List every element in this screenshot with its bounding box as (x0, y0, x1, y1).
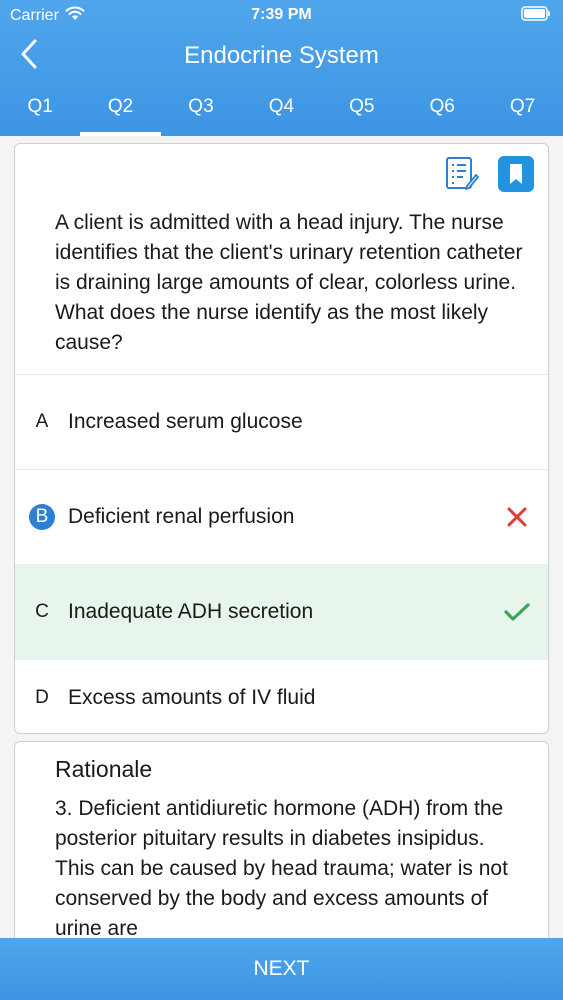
option-a[interactable]: A Increased serum glucose (15, 374, 548, 469)
tab-q6[interactable]: Q6 (402, 92, 482, 136)
option-letter: D (35, 686, 49, 708)
notes-icon (445, 156, 479, 197)
nav-bar: Endocrine System (0, 34, 563, 78)
tab-q3[interactable]: Q3 (161, 92, 241, 136)
rationale-text: 3. Deficient antidiuretic hormone (ADH) … (55, 797, 508, 940)
question-text: A client is admitted with a head injury.… (55, 211, 523, 354)
bookmark-icon (498, 155, 534, 197)
rationale-title: Rationale (55, 756, 153, 782)
bookmark-button[interactable] (498, 155, 534, 197)
battery-icon (521, 6, 551, 26)
question-tools (444, 155, 534, 197)
x-mark-icon (504, 504, 530, 530)
tab-q2[interactable]: Q2 (80, 92, 162, 136)
next-button[interactable]: NEXT (0, 938, 563, 1000)
notes-button[interactable] (444, 156, 480, 197)
question-card: A client is admitted with a head injury.… (14, 143, 549, 734)
check-mark-icon (504, 599, 530, 625)
status-bar: Carrier 7:39 PM (0, 0, 563, 30)
status-time: 7:39 PM (251, 6, 312, 23)
option-d[interactable]: D Excess amounts of IV fluid (15, 659, 548, 733)
option-letter-selected: B (29, 504, 55, 530)
option-b[interactable]: B Deficient renal perfusion (15, 469, 548, 564)
page-title: Endocrine System (184, 42, 379, 69)
tab-q7[interactable]: Q7 (482, 92, 562, 136)
option-letter: A (35, 411, 49, 432)
question-tabs: Q1 Q2 Q3 Q4 Q5 Q6 Q7 (0, 92, 563, 136)
option-label: Inadequate ADH secretion (68, 600, 314, 623)
tab-q1[interactable]: Q1 (0, 92, 80, 136)
option-label: Increased serum glucose (68, 410, 303, 433)
option-letter: C (35, 601, 49, 622)
option-label: Deficient renal perfusion (68, 505, 295, 528)
header: Carrier 7:39 PM Endocrine System Q1 Q2 Q… (0, 0, 563, 136)
option-c[interactable]: C Inadequate ADH secretion (15, 564, 548, 659)
option-label: Excess amounts of IV fluid (68, 685, 316, 709)
tab-q4[interactable]: Q4 (241, 92, 321, 136)
tab-q5[interactable]: Q5 (322, 92, 402, 136)
